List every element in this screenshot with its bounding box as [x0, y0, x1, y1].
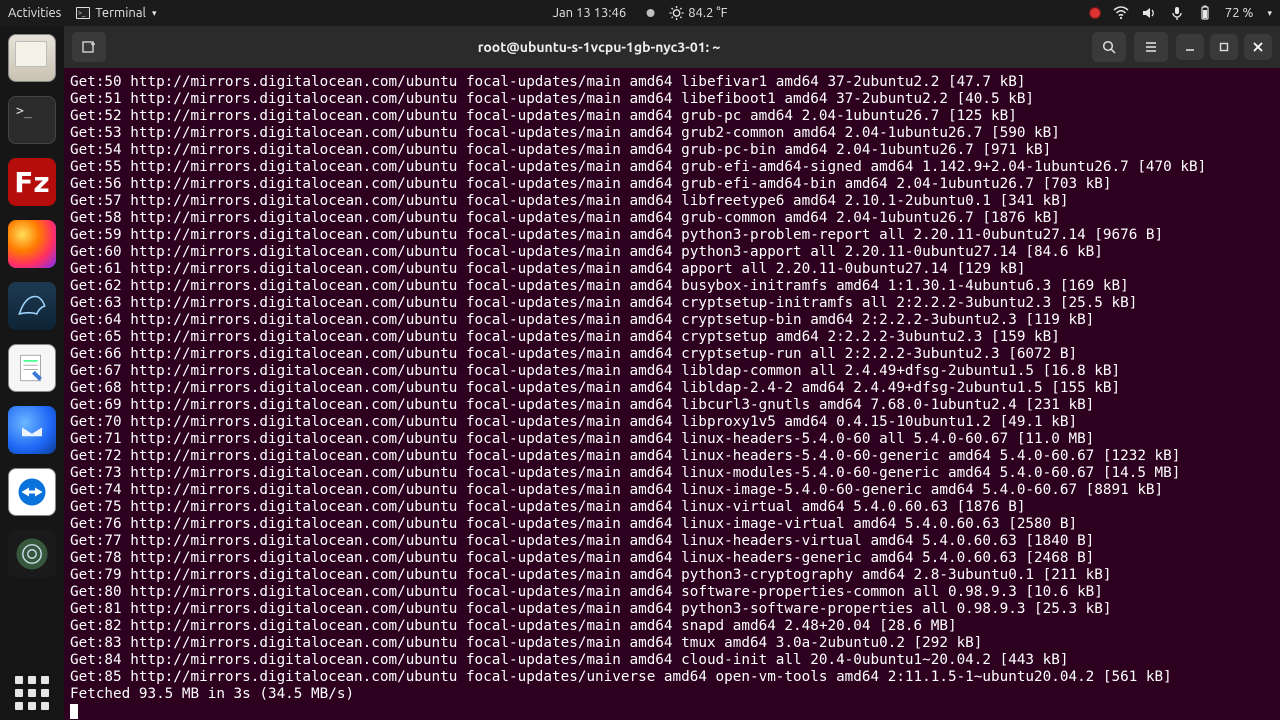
chevron-down-icon: ▾	[1267, 8, 1272, 19]
terminal-window: root@ubuntu-s-1vcpu-1gb-nyc3-01: ~ Get:5…	[64, 26, 1280, 720]
dock-app-terminal[interactable]	[8, 96, 56, 144]
svg-text:>_: >_	[78, 9, 86, 17]
terminal-app-icon: >_	[75, 5, 91, 21]
terminal-cursor	[70, 704, 78, 719]
volume-icon	[1141, 5, 1157, 21]
gnome-top-panel: Activities >_ Terminal ▾ Jan 13 13:46 84…	[0, 0, 1280, 26]
ubuntu-dock: Fz	[0, 26, 64, 720]
weather-sun-icon	[668, 5, 684, 21]
search-button[interactable]	[1092, 32, 1126, 62]
window-close-button[interactable]	[1244, 34, 1272, 60]
wifi-icon	[1113, 5, 1129, 21]
screencast-recording-icon[interactable]	[1089, 7, 1101, 19]
activities-button[interactable]: Activities	[8, 6, 61, 20]
battery-icon	[1197, 5, 1213, 21]
weather-indicator[interactable]: 84.2 °F	[668, 5, 727, 21]
dock-app-files[interactable]	[8, 34, 56, 82]
hamburger-menu-button[interactable]	[1134, 32, 1168, 62]
terminal-title: root@ubuntu-s-1vcpu-1gb-nyc3-01: ~	[114, 39, 1084, 55]
temperature-label: 84.2 °F	[688, 6, 727, 20]
notification-dot-icon	[646, 9, 654, 17]
dock-app-firefox[interactable]	[8, 220, 56, 268]
app-menu-button[interactable]: >_ Terminal ▾	[75, 5, 156, 21]
dock-app-obs[interactable]	[8, 530, 56, 578]
new-tab-button[interactable]	[72, 32, 106, 62]
terminal-output: Get:50 http://mirrors.digitalocean.com/u…	[70, 74, 1276, 720]
app-menu-label: Terminal	[95, 6, 146, 20]
terminal-titlebar: root@ubuntu-s-1vcpu-1gb-nyc3-01: ~	[64, 26, 1280, 68]
dock-app-gedit[interactable]	[8, 344, 56, 392]
microphone-icon	[1169, 5, 1185, 21]
battery-percent-label: 72 %	[1225, 6, 1254, 20]
dock-show-applications[interactable]	[15, 676, 49, 710]
dock-app-thunderbird[interactable]	[8, 406, 56, 454]
system-status-area[interactable]: 72 % ▾	[1089, 5, 1272, 21]
chevron-down-icon: ▾	[152, 8, 157, 19]
dock-app-mysql[interactable]	[8, 282, 56, 330]
clock[interactable]: Jan 13 13:46	[553, 6, 627, 20]
terminal-viewport[interactable]: Get:50 http://mirrors.digitalocean.com/u…	[64, 68, 1280, 720]
dock-app-filezilla[interactable]: Fz	[8, 158, 56, 206]
window-minimize-button[interactable]	[1176, 34, 1204, 60]
dock-app-teamviewer[interactable]	[8, 468, 56, 516]
window-maximize-button[interactable]	[1210, 34, 1238, 60]
